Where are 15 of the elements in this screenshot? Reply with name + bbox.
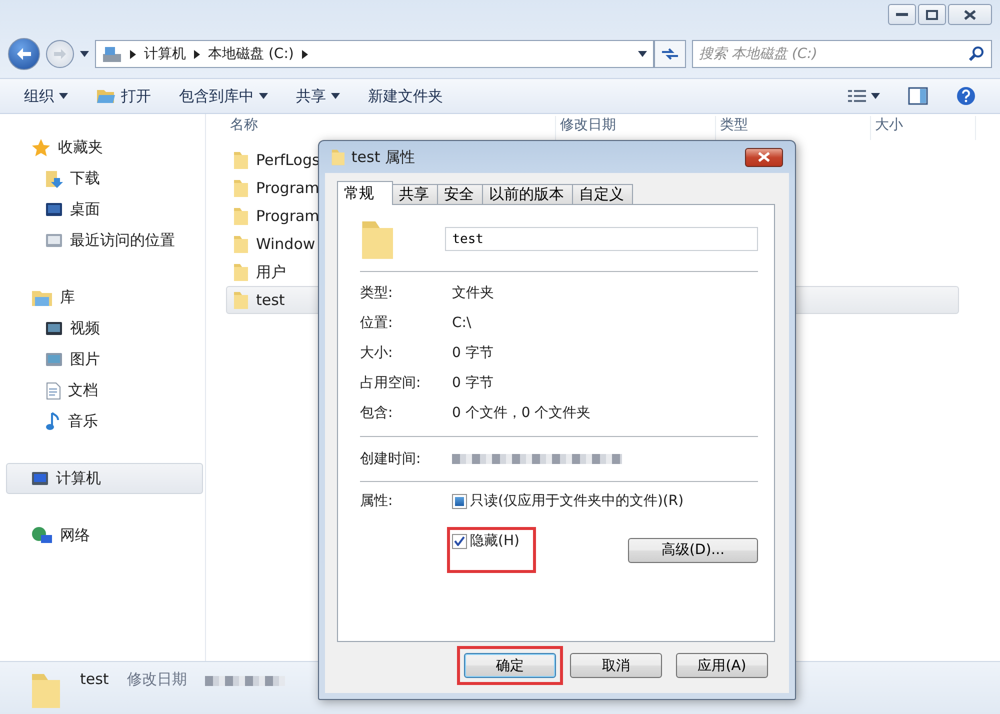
- property-value: 0 字节: [452, 374, 494, 392]
- property-label: 包含:: [360, 404, 394, 422]
- property-label: 类型:: [360, 284, 394, 302]
- dialog-title: test 属性: [351, 148, 416, 166]
- property-label: 属性:: [360, 492, 394, 511]
- property-value: 0 个文件，0 个文件夹: [452, 404, 592, 422]
- property-value: C:\: [452, 315, 472, 331]
- property-value: 0 字节: [452, 344, 494, 362]
- property-label: 大小:: [360, 344, 394, 362]
- property-value: 文件夹: [452, 284, 495, 302]
- status-file-name: test: [80, 670, 109, 688]
- status-date-label: 修改日期: [126, 670, 187, 689]
- property-label: 创建时间:: [360, 450, 422, 468]
- property-label: 位置:: [360, 314, 394, 332]
- property-label: 占用空间:: [360, 374, 422, 392]
